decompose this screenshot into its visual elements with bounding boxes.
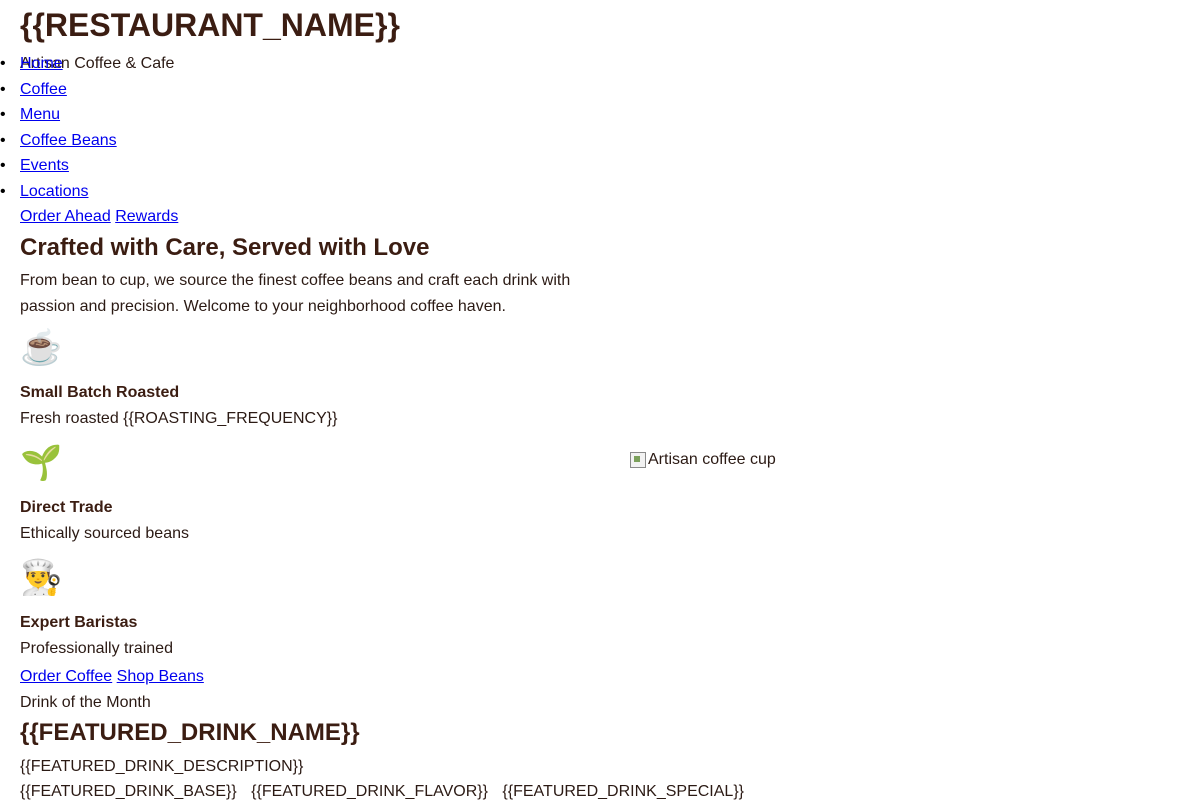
order-ahead-link[interactable]: Order Ahead <box>20 208 111 225</box>
nav-item-coffee-beans: Coffee Beans <box>0 128 117 154</box>
featured-drink-special: {{FEATURED_DRINK_SPECIAL}} <box>502 783 744 800</box>
feature-title: Small Batch Roasted <box>20 384 180 401</box>
hero-image: Artisan coffee cup <box>630 447 776 473</box>
main-nav: Home Coffee Menu Coffee Beans Events Loc… <box>0 51 117 205</box>
nav-item-menu: Menu <box>0 102 117 128</box>
nav-item-coffee: Coffee <box>0 77 117 103</box>
nav-link-events[interactable]: Events <box>20 157 69 174</box>
chef-icon: 👨‍🍳 <box>20 559 63 597</box>
featured-eyebrow: Drink of the Month <box>20 694 151 711</box>
hero-image-alt-text: Artisan coffee cup <box>648 451 776 468</box>
coffee-cup-icon: ☕ <box>20 329 63 367</box>
nav-link-coffee-beans[interactable]: Coffee Beans <box>20 132 117 149</box>
nav-actions: Order Ahead Rewards <box>20 204 178 230</box>
rewards-link[interactable]: Rewards <box>115 208 178 225</box>
feature-small-batch: ☕ Small Batch Roasted Fresh roasted {{RO… <box>20 328 580 431</box>
hero-description: From bean to cup, we source the finest c… <box>20 272 571 315</box>
feature-direct-trade: 🌱 Direct Trade Ethically sourced beans <box>20 443 580 546</box>
nav-item-events: Events <box>0 153 117 179</box>
featured-drink-tags: {{FEATURED_DRINK_BASE}} {{FEATURED_DRINK… <box>20 779 754 805</box>
nav-item-home: Home <box>0 51 117 77</box>
seedling-icon: 🌱 <box>20 444 63 482</box>
featured-drink-description: {{FEATURED_DRINK_DESCRIPTION}} <box>20 758 304 775</box>
nav-link-coffee[interactable]: Coffee <box>20 81 67 98</box>
feature-description: Ethically sourced beans <box>20 524 189 542</box>
nav-item-locations: Locations <box>0 179 117 205</box>
broken-image-icon <box>630 451 646 468</box>
hero-cta-group: Order Coffee Shop Beans <box>20 664 204 690</box>
feature-title: Expert Baristas <box>20 614 138 631</box>
restaurant-name: {{RESTAURANT_NAME}} <box>20 7 400 43</box>
feature-description: Professionally trained <box>20 639 173 657</box>
featured-drink-flavor: {{FEATURED_DRINK_FLAVOR}} <box>251 783 488 800</box>
shop-beans-link[interactable]: Shop Beans <box>117 668 204 685</box>
feature-expert-baristas: 👨‍🍳 Expert Baristas Professionally train… <box>20 558 580 661</box>
hero-title: Crafted with Care, Served with Love <box>20 234 430 261</box>
nav-link-home[interactable]: Home <box>20 55 63 72</box>
featured-drink-base: {{FEATURED_DRINK_BASE}} <box>20 783 237 800</box>
nav-link-locations[interactable]: Locations <box>20 183 89 200</box>
featured-drink-name: {{FEATURED_DRINK_NAME}} <box>20 719 360 746</box>
feature-title: Direct Trade <box>20 499 113 516</box>
feature-description: Fresh roasted {{ROASTING_FREQUENCY}} <box>20 409 338 427</box>
nav-link-menu[interactable]: Menu <box>20 106 60 123</box>
order-coffee-link[interactable]: Order Coffee <box>20 668 112 685</box>
